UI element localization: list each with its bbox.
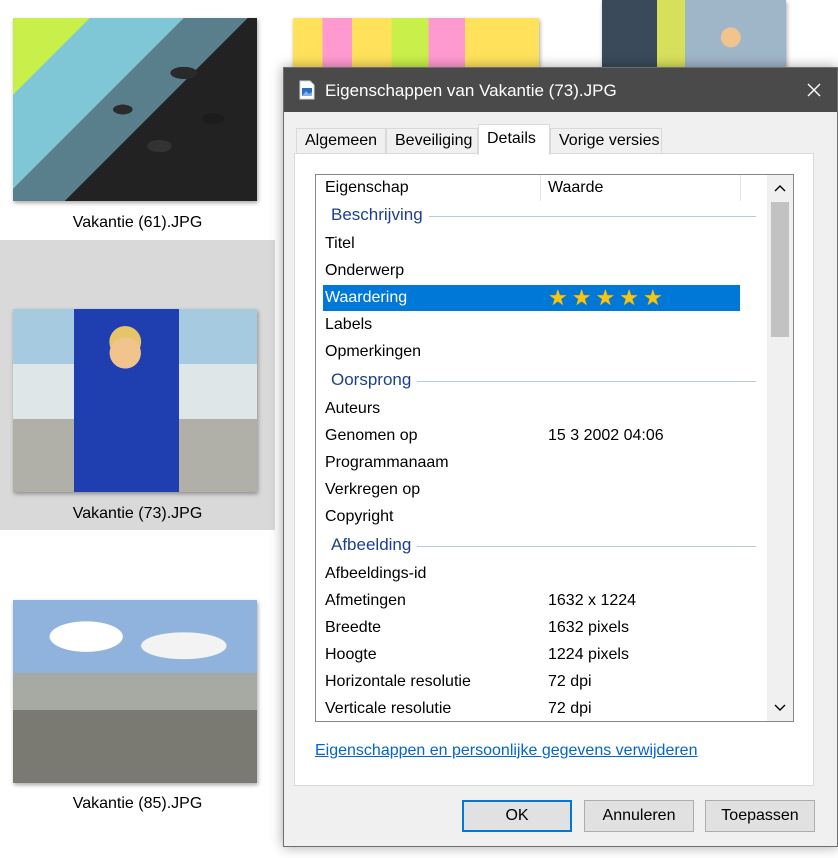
list-row-dimensions[interactable]: Afmetingen 1632 x 1224 <box>316 588 766 615</box>
details-listview[interactable]: Eigenschap Waarde Beschrijving Titel Ond… <box>315 174 794 722</box>
dialog-titlebar[interactable]: Eigenschappen van Vakantie (73).JPG <box>284 68 837 112</box>
column-divider[interactable] <box>740 175 741 201</box>
list-row-horizontal-resolution[interactable]: Horizontale resolutie 72 dpi <box>316 669 766 696</box>
tab-security[interactable]: Beveiliging <box>386 128 478 154</box>
chevron-down-icon <box>774 704 786 711</box>
group-header-origin: Oorsprong <box>316 366 766 396</box>
list-row-vertical-resolution[interactable]: Verticale resolutie 72 dpi <box>316 696 766 721</box>
vertical-scrollbar[interactable] <box>767 175 793 721</box>
star-icon[interactable]: ★ <box>595 286 615 310</box>
list-row-authors[interactable]: Auteurs <box>316 396 766 423</box>
image-file-icon <box>299 80 315 100</box>
ok-button[interactable]: OK <box>462 800 572 832</box>
list-row-width[interactable]: Breedte 1632 pixels <box>316 615 766 642</box>
properties-dialog: Eigenschappen van Vakantie (73).JPG Alge… <box>283 67 838 847</box>
thumbnail-image-85 <box>13 600 257 783</box>
star-icon[interactable]: ★ <box>548 286 568 310</box>
remove-properties-link[interactable]: Eigenschappen en persoonlijke gegevens v… <box>315 742 697 760</box>
list-row-program-name[interactable]: Programmanaam <box>316 450 766 477</box>
list-row-copyright[interactable]: Copyright <box>316 504 766 531</box>
thumbnail-tile-73[interactable]: Vakantie (73).JPG <box>0 240 275 530</box>
column-header-property[interactable]: Eigenschap <box>325 179 409 197</box>
scroll-thumb[interactable] <box>771 202 789 337</box>
list-header: Eigenschap Waarde <box>316 175 766 201</box>
star-icon[interactable]: ★ <box>619 286 639 310</box>
cancel-button[interactable]: Annuleren <box>584 800 694 832</box>
column-header-value[interactable]: Waarde <box>548 179 603 197</box>
tab-details[interactable]: Details <box>478 124 550 155</box>
chevron-up-icon <box>774 185 786 192</box>
group-header-image: Afbeelding <box>316 531 766 561</box>
group-header-description: Beschrijving <box>316 201 766 231</box>
column-divider[interactable] <box>540 175 541 201</box>
star-icon[interactable]: ★ <box>572 286 592 310</box>
star-icon[interactable]: ★ <box>643 286 663 310</box>
details-panel: Eigenschap Waarde Beschrijving Titel Ond… <box>294 153 814 786</box>
thumbnail-tile-61[interactable]: Vakantie (61).JPG <box>0 0 275 240</box>
apply-button[interactable]: Toepassen <box>705 800 815 832</box>
thumbnail-image-partial-2[interactable] <box>602 0 786 68</box>
list-row-date-acquired[interactable]: Verkregen op <box>316 477 766 504</box>
list-rows: Beschrijving Titel Onderwerp Waardering … <box>316 201 766 721</box>
scroll-up-button[interactable] <box>767 175 793 201</box>
scroll-down-button[interactable] <box>767 695 793 721</box>
rating-stars[interactable]: ★ ★ ★ ★ ★ <box>548 286 663 310</box>
list-row-height[interactable]: Hoogte 1224 pixels <box>316 642 766 669</box>
thumbnail-image-73 <box>13 309 257 492</box>
thumbnail-caption-61: Vakantie (61).JPG <box>72 214 203 231</box>
close-icon <box>807 83 821 97</box>
list-row-comments[interactable]: Opmerkingen <box>316 339 766 366</box>
thumbnail-caption-73: Vakantie (73).JPG <box>72 505 203 522</box>
list-row-date-taken[interactable]: Genomen op 15 3 2002 04:06 <box>316 423 766 450</box>
thumbnail-tile-85[interactable]: Vakantie (85).JPG <box>0 530 275 830</box>
list-row-image-id[interactable]: Afbeeldings-id <box>316 561 766 588</box>
list-row-subject[interactable]: Onderwerp <box>316 258 766 285</box>
dialog-title: Eigenschappen van Vakantie (73).JPG <box>325 81 617 100</box>
list-row-title[interactable]: Titel <box>316 231 766 258</box>
thumbnail-image-61 <box>13 18 257 201</box>
tab-general[interactable]: Algemeen <box>296 128 386 154</box>
thumbnail-image-partial-1[interactable] <box>293 18 539 68</box>
tab-previous-versions[interactable]: Vorige versies <box>550 128 662 154</box>
close-button[interactable] <box>791 68 837 112</box>
list-row-labels[interactable]: Labels <box>316 312 766 339</box>
list-row-rating[interactable]: Waardering ★ ★ ★ ★ ★ <box>316 285 766 312</box>
thumbnail-caption-85: Vakantie (85).JPG <box>72 795 203 812</box>
